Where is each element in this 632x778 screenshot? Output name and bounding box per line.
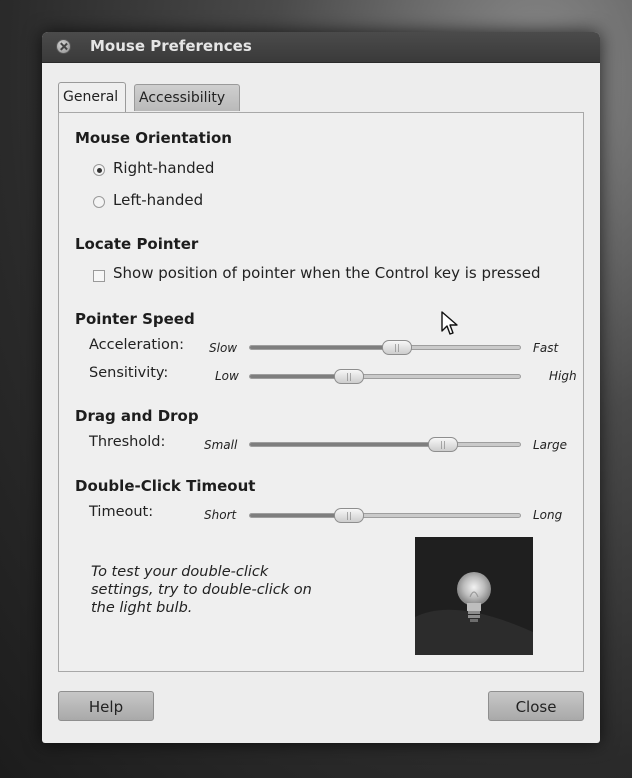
mouse-pointer-icon (441, 311, 458, 335)
acceleration-slider-thumb[interactable] (382, 340, 412, 355)
show-pointer-label[interactable]: Show position of pointer when the Contro… (113, 264, 540, 282)
sensitivity-min-label: Low (215, 369, 239, 383)
double-click-hint: To test your double-click settings, try … (91, 564, 312, 616)
tab-general[interactable]: General (58, 82, 126, 112)
timeout-max-label: Long (533, 508, 563, 522)
titlebar[interactable]: Mouse Preferences (42, 32, 600, 63)
sensitivity-slider[interactable] (249, 369, 521, 384)
sensitivity-slider-thumb[interactable] (334, 369, 364, 384)
left-handed-radio[interactable] (93, 196, 105, 208)
threshold-slider-thumb[interactable] (428, 437, 458, 452)
threshold-slider[interactable] (249, 437, 521, 452)
window-title: Mouse Preferences (90, 37, 252, 55)
right-handed-radio[interactable] (93, 164, 105, 176)
timeout-min-label: Short (204, 508, 237, 522)
drag-and-drop-heading: Drag and Drop (75, 407, 199, 425)
mouse-orientation-heading: Mouse Orientation (75, 129, 232, 147)
acceleration-slider-fill (250, 346, 397, 349)
close-window-icon[interactable] (56, 39, 71, 54)
acceleration-max-label: Fast (533, 341, 559, 355)
left-handed-label[interactable]: Left-handed (113, 191, 203, 209)
threshold-label: Threshold: (89, 434, 166, 450)
sensitivity-max-label: High (549, 369, 577, 383)
acceleration-label: Acceleration: (89, 337, 184, 353)
double-click-test-area[interactable] (415, 537, 533, 655)
timeout-label: Timeout: (89, 504, 154, 520)
general-panel: Mouse Orientation Right-handed Left-hand… (58, 112, 584, 672)
acceleration-slider[interactable] (249, 340, 521, 355)
acceleration-min-label: Slow (209, 341, 238, 355)
help-button[interactable]: Help (58, 691, 154, 721)
threshold-slider-fill (250, 443, 443, 446)
light-bulb-icon[interactable] (415, 537, 533, 655)
show-pointer-checkbox[interactable] (93, 270, 105, 282)
right-handed-label[interactable]: Right-handed (113, 159, 214, 177)
sensitivity-label: Sensitivity: (89, 365, 169, 381)
threshold-min-label: Small (204, 438, 238, 452)
timeout-slider[interactable] (249, 508, 521, 523)
double-click-timeout-heading: Double-Click Timeout (75, 477, 256, 495)
locate-pointer-heading: Locate Pointer (75, 235, 199, 253)
tab-accessibility[interactable]: Accessibility (134, 84, 240, 111)
mouse-preferences-window: Mouse Preferences General Accessibility … (42, 32, 600, 743)
close-button[interactable]: Close (488, 691, 584, 721)
threshold-max-label: Large (533, 438, 567, 452)
timeout-slider-thumb[interactable] (334, 508, 364, 523)
pointer-speed-heading: Pointer Speed (75, 310, 195, 328)
